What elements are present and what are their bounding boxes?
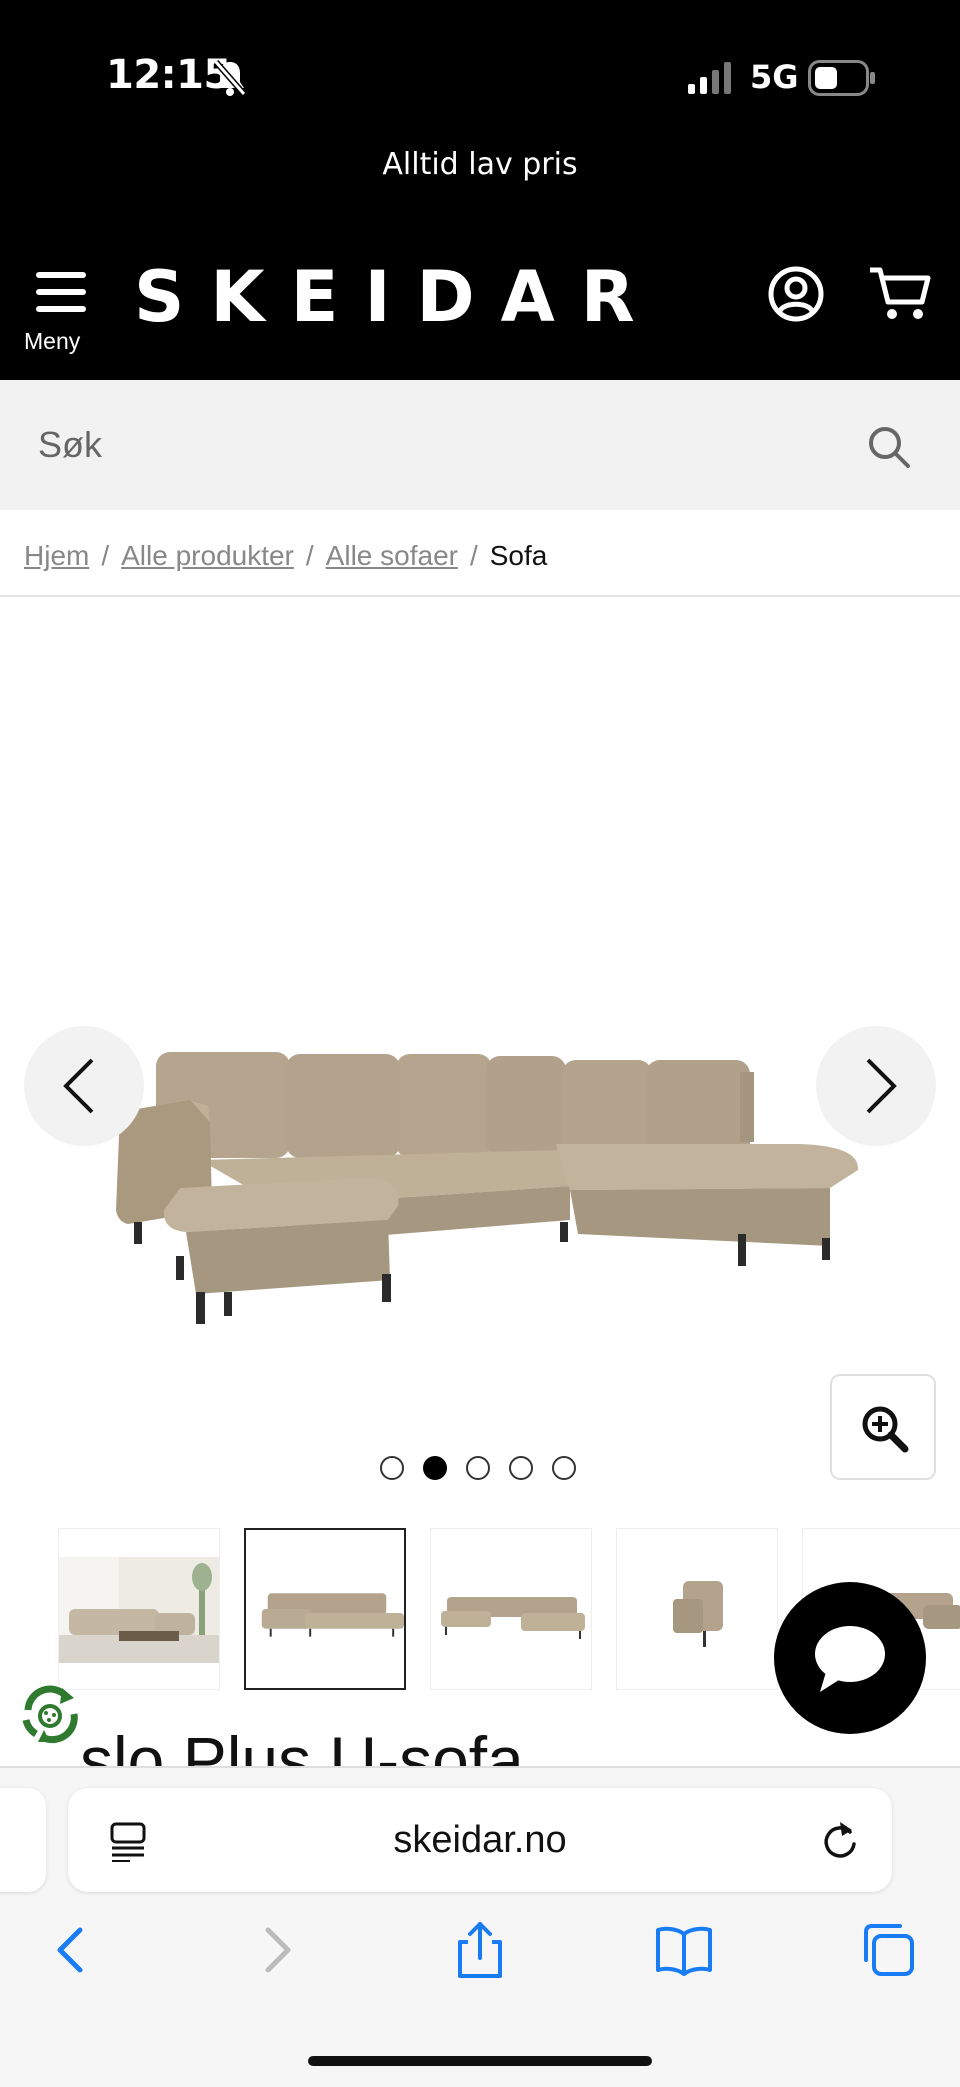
divider [0, 595, 960, 597]
chat-bubble-icon [815, 1626, 885, 1692]
network-label: 5G [750, 58, 799, 96]
gallery-dot-active[interactable] [423, 1456, 447, 1480]
zoom-button[interactable] [830, 1374, 936, 1480]
menu-button[interactable]: Meny [24, 268, 98, 358]
share-icon[interactable] [450, 1920, 510, 1980]
status-bar: 12:15 5G [0, 0, 960, 130]
signal-icon [688, 62, 731, 94]
account-icon[interactable] [768, 266, 824, 322]
breadcrumb-separator: / [101, 540, 110, 571]
address-bar[interactable]: skeidar.no [68, 1788, 892, 1892]
gallery-next-button[interactable] [816, 1026, 936, 1146]
previous-tab-card[interactable] [0, 1788, 46, 1892]
search-input[interactable] [38, 420, 818, 470]
thumbnail-room-scene[interactable] [58, 1528, 220, 1690]
hamburger-icon [36, 268, 86, 316]
breadcrumb-all-sofas-link[interactable]: Alle sofaer [326, 540, 458, 572]
zoom-in-icon [862, 1406, 909, 1453]
site-header: Meny SKEIDAR [0, 200, 960, 380]
product-main-image[interactable] [100, 1010, 880, 1340]
forward-icon[interactable] [248, 1920, 308, 1980]
promo-banner[interactable]: Alltid lav pris [0, 130, 960, 200]
reload-icon[interactable] [820, 1818, 860, 1862]
back-icon[interactable] [40, 1920, 100, 1980]
thumbnail-sofa-wide[interactable] [430, 1528, 592, 1690]
chat-button[interactable] [774, 1582, 926, 1734]
thumbnail-sofa-side[interactable] [616, 1528, 778, 1690]
breadcrumb-home-link[interactable]: Hjem [24, 540, 89, 572]
breadcrumb-separator: / [469, 540, 478, 571]
battery-icon [808, 60, 875, 96]
product-title: slo Plus U-sofa [80, 1723, 524, 1766]
brand-logo[interactable]: SKEIDAR [134, 256, 661, 338]
breadcrumb: Hjem / Alle produkter / Alle sofaer / So… [24, 536, 547, 576]
breadcrumb-current: Sofa [489, 540, 548, 571]
gallery-dot[interactable] [552, 1456, 576, 1480]
browser-chrome: skeidar.no [0, 1766, 960, 2087]
bookmarks-icon[interactable] [654, 1920, 714, 1980]
thumbnail-sofa-front[interactable] [244, 1528, 406, 1690]
chevron-right-icon [866, 1058, 897, 1114]
search-icon[interactable] [866, 424, 912, 470]
gallery-dot[interactable] [509, 1456, 533, 1480]
breadcrumb-all-products-link[interactable]: Alle produkter [121, 540, 294, 572]
gallery-prev-button[interactable] [24, 1026, 144, 1146]
recycle-icon[interactable] [14, 1680, 86, 1752]
cart-icon[interactable] [868, 264, 932, 324]
gallery-dots [380, 1456, 576, 1480]
tabs-icon[interactable] [858, 1920, 918, 1980]
gallery-dot[interactable] [466, 1456, 490, 1480]
breadcrumb-separator: / [305, 540, 314, 571]
gallery-dot[interactable] [380, 1456, 404, 1480]
home-indicator [308, 2056, 652, 2066]
url-text: skeidar.no [393, 1819, 567, 1861]
bell-muted-icon [213, 60, 247, 96]
search-bar [0, 380, 960, 510]
menu-label: Meny [24, 328, 81, 354]
chevron-left-icon [63, 1058, 94, 1114]
